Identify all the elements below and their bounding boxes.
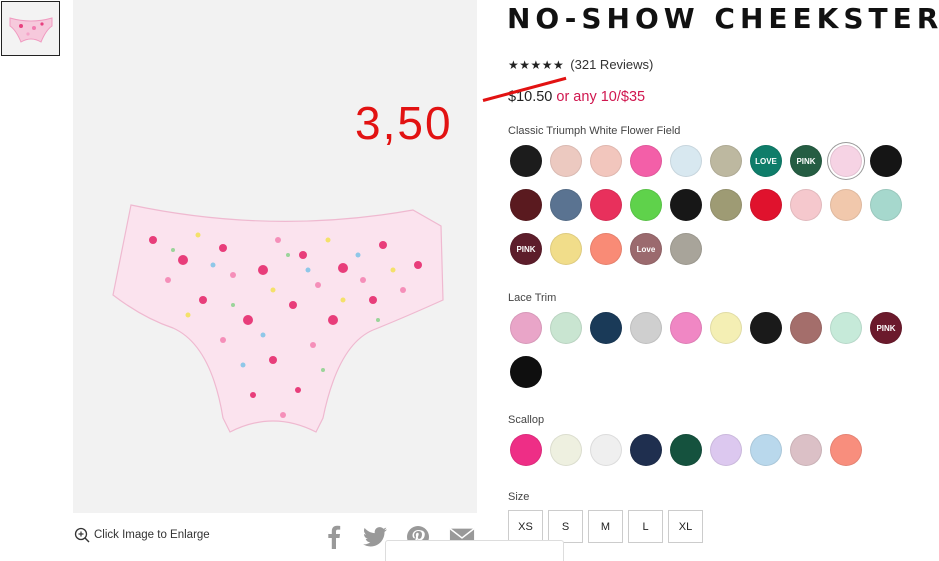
color-swatch[interactable]: [630, 312, 662, 344]
product-title: NO-SHOW CHEEKSTER: [507, 2, 939, 35]
color-swatch[interactable]: [670, 434, 702, 466]
color-swatch[interactable]: [590, 233, 622, 265]
color-swatch[interactable]: [630, 189, 662, 221]
color-swatch[interactable]: [710, 145, 742, 177]
panty-illustration: [112, 204, 444, 433]
color-swatch[interactable]: [550, 233, 582, 265]
color-group-label: Scallop: [508, 414, 545, 426]
color-swatch[interactable]: [670, 312, 702, 344]
size-option-xl[interactable]: XL: [668, 510, 703, 543]
size-option-l[interactable]: L: [628, 510, 663, 543]
color-swatch[interactable]: [790, 312, 822, 344]
facebook-icon[interactable]: [321, 524, 347, 550]
color-swatch[interactable]: Love: [630, 233, 662, 265]
size-selector: XS S M L XL: [508, 510, 703, 543]
color-swatch[interactable]: [510, 189, 542, 221]
annotation-new-price: 3,50: [355, 97, 453, 149]
color-swatch[interactable]: [710, 434, 742, 466]
size-option-xs[interactable]: XS: [508, 510, 543, 543]
color-swatch[interactable]: [510, 356, 542, 388]
color-swatch[interactable]: PINK: [790, 145, 822, 177]
size-label: Size: [508, 491, 530, 503]
color-swatch[interactable]: [510, 312, 542, 344]
color-swatch-group: LOVE PINK PINK Love: [510, 145, 910, 265]
color-swatch[interactable]: [830, 312, 862, 344]
color-swatch[interactable]: [830, 189, 862, 221]
panty-thumbnail-icon: [9, 16, 52, 43]
price: $10.50 or any 10/$35: [508, 89, 645, 105]
color-swatch[interactable]: [750, 312, 782, 344]
color-swatch[interactable]: [710, 189, 742, 221]
color-swatch-group: [510, 434, 910, 466]
size-option-s[interactable]: S: [548, 510, 583, 543]
color-swatch[interactable]: [590, 145, 622, 177]
color-swatch[interactable]: [790, 434, 822, 466]
color-swatch-group: PINK: [510, 312, 910, 388]
color-swatch[interactable]: [550, 145, 582, 177]
zoom-icon: [74, 527, 90, 543]
color-swatch[interactable]: [870, 189, 902, 221]
color-swatch[interactable]: [670, 189, 702, 221]
color-swatch[interactable]: [790, 189, 822, 221]
color-swatch[interactable]: LOVE: [750, 145, 782, 177]
color-swatch[interactable]: [630, 145, 662, 177]
color-swatch[interactable]: PINK: [510, 233, 542, 265]
thumbnail-image[interactable]: [1, 1, 60, 56]
review-count-link[interactable]: (321 Reviews): [570, 57, 653, 72]
color-swatch[interactable]: [590, 312, 622, 344]
color-swatch[interactable]: [510, 434, 542, 466]
color-swatch[interactable]: [510, 145, 542, 177]
color-swatch[interactable]: [550, 189, 582, 221]
color-swatch[interactable]: [670, 233, 702, 265]
rating[interactable]: ★★★★★ (321 Reviews): [508, 57, 653, 72]
color-swatch[interactable]: [550, 434, 582, 466]
color-swatch[interactable]: [670, 145, 702, 177]
color-swatch[interactable]: [830, 145, 862, 177]
click-to-enlarge[interactable]: Click Image to Enlarge: [74, 527, 210, 543]
color-swatch[interactable]: [750, 434, 782, 466]
color-swatch[interactable]: [550, 312, 582, 344]
color-swatch[interactable]: [630, 434, 662, 466]
color-swatch[interactable]: [870, 145, 902, 177]
color-group-label: Lace Trim: [508, 292, 557, 304]
chat-popup-tab[interactable]: [385, 540, 564, 561]
color-swatch[interactable]: [590, 189, 622, 221]
color-swatch[interactable]: [710, 312, 742, 344]
color-group-label: Classic Triumph White Flower Field: [508, 125, 681, 137]
color-swatch[interactable]: PINK: [870, 312, 902, 344]
color-swatch[interactable]: [750, 189, 782, 221]
product-image[interactable]: [73, 0, 477, 513]
star-rating-icon: ★★★★★: [508, 57, 565, 72]
promo-offer: or any 10/$35: [556, 89, 646, 105]
size-option-m[interactable]: M: [588, 510, 623, 543]
color-swatch[interactable]: [590, 434, 622, 466]
enlarge-label: Click Image to Enlarge: [94, 529, 210, 541]
color-swatch[interactable]: [830, 434, 862, 466]
